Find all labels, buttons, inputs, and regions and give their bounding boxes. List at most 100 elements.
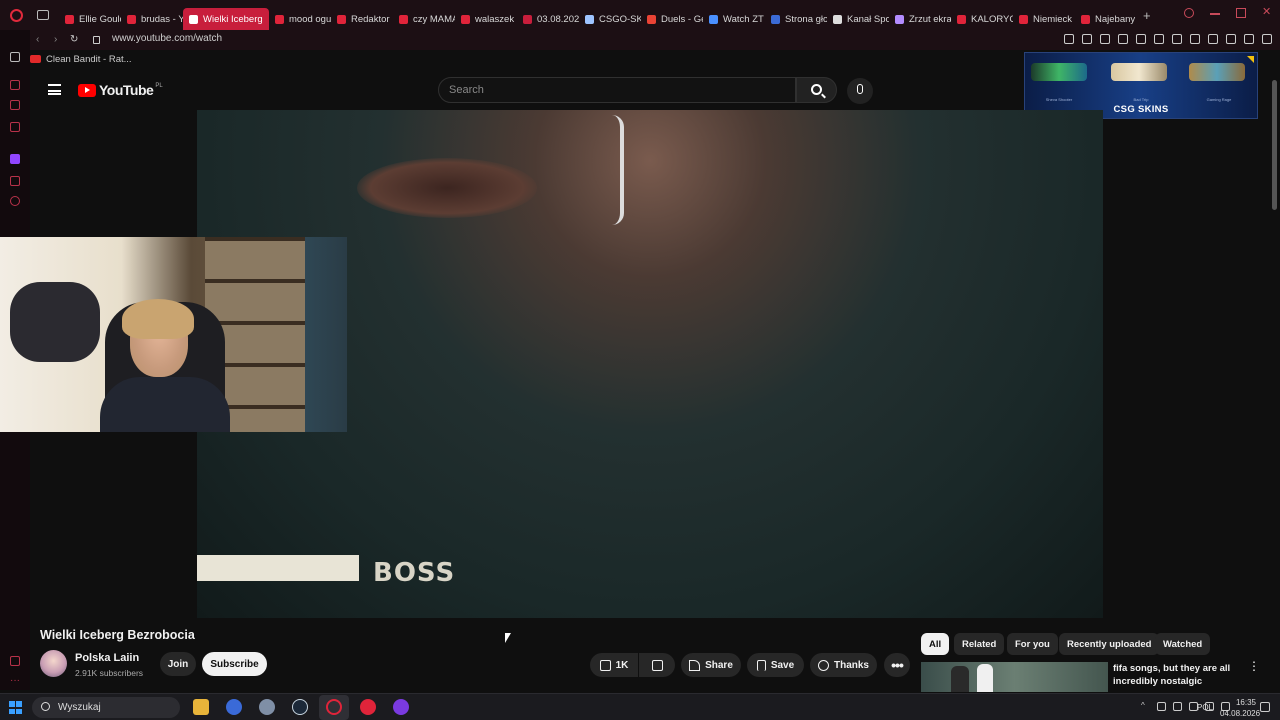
channel-avatar[interactable] [40, 650, 67, 677]
tab-6[interactable]: walaszek [455, 8, 517, 30]
sidebar-pinboard-icon[interactable] [10, 122, 20, 132]
clock[interactable]: 16:35 04.08.2026 [1220, 697, 1260, 719]
close-icon[interactable]: ✕ [1262, 6, 1272, 18]
tab-menu-icon[interactable] [37, 10, 49, 20]
app-icon[interactable] [226, 699, 242, 715]
subscribe-button[interactable]: Subscribe [202, 652, 267, 676]
join-button[interactable]: Join [160, 652, 196, 676]
search-input[interactable] [439, 78, 795, 102]
notification-icon[interactable] [1260, 702, 1270, 712]
tab-4[interactable]: Redaktor [331, 8, 393, 30]
translate-icon[interactable] [1118, 34, 1128, 44]
back-icon[interactable]: ‹ [36, 35, 45, 45]
search-icon [811, 84, 822, 95]
sidebar-percent-icon[interactable] [10, 176, 20, 186]
ad-banner[interactable]: Sheva Shooter Bad Trip Gaming Rage CSG S… [1024, 52, 1258, 119]
extensions-row [1064, 34, 1272, 44]
minimize-icon[interactable] [1210, 13, 1220, 15]
file-explorer-icon[interactable] [193, 699, 209, 715]
url-field[interactable]: www.youtube.com/watch [112, 33, 222, 44]
recommendation-thumbnail[interactable] [921, 662, 1108, 692]
bookmark-item[interactable]: Clean Bandit - Rat... [46, 54, 132, 65]
opera-gx-taskbar-icon[interactable] [326, 699, 342, 715]
youtube-logo-text: YouTube [99, 82, 154, 98]
tab-10[interactable]: Watch ZT [703, 8, 765, 30]
hamburger-menu-icon[interactable] [48, 84, 61, 95]
extensions-icon[interactable] [1190, 34, 1200, 44]
tab-12[interactable]: Kanał Spo [827, 8, 889, 30]
tab-14[interactable]: KALORYC [951, 8, 1013, 30]
chip-recently-uploaded[interactable]: Recently uploaded [1059, 633, 1160, 655]
chip-related[interactable]: Related [954, 633, 1005, 655]
channel-name[interactable]: Polska Laiin [75, 652, 139, 664]
tray-expand-icon[interactable]: ^ [1141, 702, 1150, 711]
opera-logo-icon[interactable] [10, 8, 23, 22]
save-button[interactable]: Save [747, 653, 804, 677]
settings-app-icon[interactable] [259, 699, 275, 715]
chip-watched[interactable]: Watched [1155, 633, 1211, 655]
bookmark-icon[interactable] [1064, 34, 1074, 44]
reload-icon[interactable]: ↻ [70, 35, 79, 45]
share-button[interactable]: Share [681, 653, 741, 677]
volume-tray-icon[interactable] [1173, 702, 1182, 711]
wallet-icon[interactable] [1208, 34, 1218, 44]
sidebar-refresh-icon[interactable] [10, 52, 20, 62]
vpn-icon[interactable] [1136, 34, 1146, 44]
windows-start-icon[interactable] [9, 701, 22, 714]
tab-3[interactable]: mood ogu [269, 8, 331, 30]
tab-2[interactable]: Wielki Iceberg [183, 8, 269, 30]
recommendation-menu-icon[interactable]: ⋮ [1248, 660, 1260, 672]
subscriber-count: 2.91K subscribers [75, 668, 144, 678]
download-icon[interactable] [1226, 34, 1236, 44]
page-scrollbar[interactable] [1272, 80, 1277, 210]
tab-label: czy MAMA [413, 13, 455, 25]
tab-1[interactable]: brudas - Y [121, 8, 183, 30]
taskbar-search[interactable]: Wyszukaj [32, 697, 180, 718]
tab-5[interactable]: czy MAMA [393, 8, 455, 30]
like-button[interactable]: 1K [590, 653, 638, 677]
app-purple-icon[interactable] [393, 699, 409, 715]
tab-13[interactable]: Zrzut ekra [889, 8, 951, 30]
tab-9[interactable]: Duels - Ge [641, 8, 703, 30]
new-tab-button[interactable]: + [1143, 8, 1151, 23]
sidebar-more-icon[interactable]: ··· [10, 676, 20, 688]
menu-icon[interactable] [1262, 34, 1272, 44]
recommendation-title[interactable]: fifa songs, but they are all incredibly … [1113, 662, 1238, 688]
search-button[interactable] [796, 77, 837, 103]
heart-icon[interactable] [1172, 34, 1182, 44]
system-tray: ^ [1141, 702, 1230, 711]
tab-8[interactable]: CSGO-SK [579, 8, 641, 30]
voice-search-button[interactable] [847, 78, 873, 104]
search-tabs-icon[interactable] [1184, 8, 1194, 18]
shield-icon[interactable] [1100, 34, 1110, 44]
sidebar-settings-icon[interactable] [10, 656, 20, 666]
more-actions-button[interactable]: ••• [884, 653, 910, 677]
forward-icon[interactable]: › [54, 35, 63, 45]
sidebar-twitch-icon[interactable] [10, 154, 20, 164]
play-icon[interactable] [1154, 34, 1164, 44]
thanks-button[interactable]: Thanks [810, 653, 877, 677]
microphone-icon [857, 84, 863, 94]
maximize-icon[interactable] [1236, 8, 1246, 18]
youtube-logo[interactable]: YouTube PL [78, 82, 163, 98]
steam-icon[interactable] [292, 699, 308, 715]
dislike-button[interactable] [639, 653, 675, 677]
snapshot-icon[interactable] [1082, 34, 1092, 44]
webcam-clothes [10, 282, 100, 362]
chip-all[interactable]: All [921, 633, 950, 655]
tab-16[interactable]: Najebany [1075, 8, 1137, 30]
chip-for-you[interactable]: For you [1007, 633, 1058, 655]
sidebar-history-icon[interactable] [10, 80, 20, 90]
video-frame-earphone [612, 115, 624, 225]
sidebar-app-icon[interactable] [10, 196, 20, 206]
aria-icon[interactable] [1244, 34, 1254, 44]
tab-11[interactable]: Strona gło [765, 8, 827, 30]
tab-7[interactable]: 03.08.202 [517, 8, 579, 30]
super-thanks-icon [817, 659, 829, 671]
tab-15[interactable]: Niemieck [1013, 8, 1075, 30]
sidebar-messenger-icon[interactable] [10, 100, 20, 110]
opera-taskbar-icon[interactable] [360, 699, 376, 715]
microphone-tray-icon[interactable] [1157, 702, 1166, 711]
tab-0[interactable]: Ellie Gould [59, 8, 121, 30]
language-indicator[interactable]: POL [1197, 703, 1213, 712]
